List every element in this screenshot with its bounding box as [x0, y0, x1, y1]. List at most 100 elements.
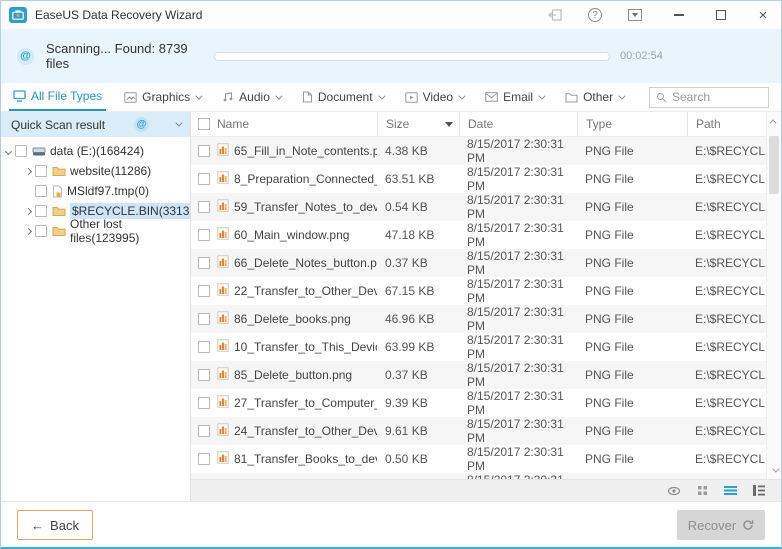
tab-audio[interactable]: Audio [218, 83, 284, 111]
maximize-button[interactable] [713, 7, 729, 23]
tree-checkbox[interactable] [35, 205, 47, 217]
exit-license-icon[interactable] [547, 7, 563, 23]
tree-item-website[interactable]: website(11286) [21, 161, 190, 181]
file-date: 8/15/2017 2:30:31 PM [467, 333, 564, 361]
file-size: 0.54 KB [385, 200, 428, 214]
row-checkbox[interactable] [198, 425, 210, 437]
file-type: PNG File [585, 200, 634, 214]
search-icon [657, 92, 667, 102]
chevron-down-icon [538, 92, 546, 100]
row-checkbox[interactable] [198, 313, 210, 325]
tree-label: Other lost files(123995) [70, 217, 140, 245]
png-file-icon [217, 451, 229, 467]
file-name: 27_Transfer_to_Computer_Proc... [234, 396, 377, 410]
preview-eye-icon[interactable] [667, 486, 681, 496]
file-size: 46.96 KB [385, 312, 435, 326]
chevron-down-icon [377, 92, 386, 100]
table-row[interactable]: 59_Transfer_Notes_to_device_b... 0.54 KB… [191, 193, 766, 221]
scroll-down-icon[interactable] [767, 463, 781, 477]
table-row[interactable]: 86_Delete_books.png 46.96 KB 8/15/2017 2… [191, 305, 766, 333]
expander-closed-icon[interactable] [21, 207, 35, 215]
tab-label: Other [583, 90, 614, 104]
column-header-name[interactable]: Name [217, 112, 377, 136]
tree-item-msldf[interactable]: MSldf97.tmp(0) [21, 181, 190, 201]
tab-all-file-types[interactable]: All File Types [9, 83, 107, 111]
file-path: E:\$RECYCLE.BI... [695, 172, 766, 186]
scroll-up-icon[interactable] [767, 114, 781, 128]
search-box[interactable] [649, 86, 769, 108]
tree-checkbox[interactable] [35, 225, 47, 237]
tab-other[interactable]: Other [561, 83, 627, 111]
back-button[interactable]: ← Back [17, 510, 93, 540]
row-checkbox[interactable] [198, 369, 210, 381]
scan-result-sidebar: Quick Scan result @ data (E:)(168424) we… [1, 112, 191, 501]
list-view-icon[interactable] [724, 485, 737, 496]
column-header-date[interactable]: Date [459, 112, 577, 136]
row-checkbox[interactable] [198, 453, 210, 465]
file-path: E:\$RECYCLE.BI... [695, 284, 766, 298]
tree-item-other-lost-files[interactable]: Other lost files(123995) [21, 217, 190, 245]
table-row[interactable]: 22_Transfer_to_Other_Device_S... 67.15 K… [191, 277, 766, 305]
thumbnail-grid-icon[interactable] [697, 485, 708, 496]
row-checkbox[interactable] [198, 341, 210, 353]
file-type: PNG File [585, 284, 634, 298]
drive-icon [32, 146, 46, 157]
tree-checkbox[interactable] [15, 145, 27, 157]
file-date: 8/15/2017 2:30:31 PM [467, 221, 564, 249]
column-header-path[interactable]: Path [687, 112, 766, 136]
expander-open-icon[interactable] [1, 147, 15, 155]
search-input[interactable] [672, 90, 758, 104]
expander-closed-icon[interactable] [21, 227, 35, 235]
tab-email[interactable]: Email [481, 83, 547, 111]
scrollbar-thumb[interactable] [769, 136, 779, 194]
select-all-checkbox[interactable] [198, 118, 210, 130]
table-row[interactable]: 81_Transfer_Books_to_device_b... 0.50 KB… [191, 445, 766, 473]
scan-activity-icon: @ [134, 117, 149, 132]
row-checkbox[interactable] [198, 201, 210, 213]
chevron-down-icon [195, 92, 203, 100]
minimize-button[interactable] [671, 7, 687, 23]
row-checkbox[interactable] [198, 173, 210, 185]
table-row[interactable]: 85_Delete_button.png 0.37 KB 8/15/2017 2… [191, 361, 766, 389]
table-row[interactable]: 10_Transfer_to_This_Device_By_... 63.99 … [191, 333, 766, 361]
file-type: PNG File [585, 144, 634, 158]
tree-checkbox[interactable] [35, 165, 47, 177]
file-type: PNG File [585, 340, 634, 354]
detail-view-icon[interactable] [753, 485, 765, 496]
sort-caret-icon[interactable] [445, 121, 453, 127]
expander-closed-icon[interactable] [21, 167, 35, 175]
tree-checkbox[interactable] [35, 185, 47, 197]
column-header-size[interactable]: Size [377, 112, 459, 136]
table-row[interactable]: 24_Transfer_to_Other_Device_C... 9.61 KB… [191, 417, 766, 445]
collapse-chevron-icon[interactable] [175, 119, 183, 127]
table-row[interactable]: 66_Delete_Notes_button.png 0.37 KB 8/15/… [191, 249, 766, 277]
table-row[interactable]: 27_Transfer_to_Computer_Proc... 9.39 KB … [191, 389, 766, 417]
tree-item-drive[interactable]: data (E:)(168424) [1, 141, 190, 161]
tab-graphics[interactable]: Graphics [120, 83, 204, 111]
row-checkbox[interactable] [198, 285, 210, 297]
file-name: 66_Delete_Notes_button.png [234, 256, 377, 270]
table-row[interactable]: 65_Fill_in_Note_contents.png 4.38 KB 8/1… [191, 137, 766, 165]
row-checkbox[interactable] [198, 229, 210, 241]
vertical-scrollbar[interactable] [766, 112, 781, 479]
recover-button[interactable]: Recover [677, 510, 765, 540]
row-checkbox[interactable] [198, 397, 210, 409]
help-icon[interactable]: ? [587, 7, 603, 23]
tab-video[interactable]: Video [401, 83, 467, 111]
table-row[interactable]: 8_Preparation_Connected_devi... 63.51 KB… [191, 165, 766, 193]
menu-dropdown-icon[interactable] [627, 7, 643, 23]
scan-banner: @ Scanning... Found: 8739 files 00:02:54 [1, 29, 781, 83]
column-header-type[interactable]: Type [577, 112, 687, 136]
video-icon [404, 91, 418, 103]
tab-document[interactable]: Document [298, 83, 387, 111]
file-size: 67.15 KB [385, 284, 435, 298]
file-name: 81_Transfer_Books_to_device_b... [234, 452, 377, 466]
file-path: E:\$RECYCLE.BI... [695, 200, 766, 214]
tab-label: Document [317, 90, 373, 104]
row-checkbox[interactable] [198, 257, 210, 269]
close-button[interactable]: × [755, 7, 771, 23]
row-checkbox[interactable] [198, 145, 210, 157]
table-row[interactable]: 60_Main_window.png 47.18 KB 8/15/2017 2:… [191, 221, 766, 249]
main-area: Quick Scan result @ data (E:)(168424) we… [1, 112, 781, 529]
tab-label: All File Types [31, 89, 103, 103]
